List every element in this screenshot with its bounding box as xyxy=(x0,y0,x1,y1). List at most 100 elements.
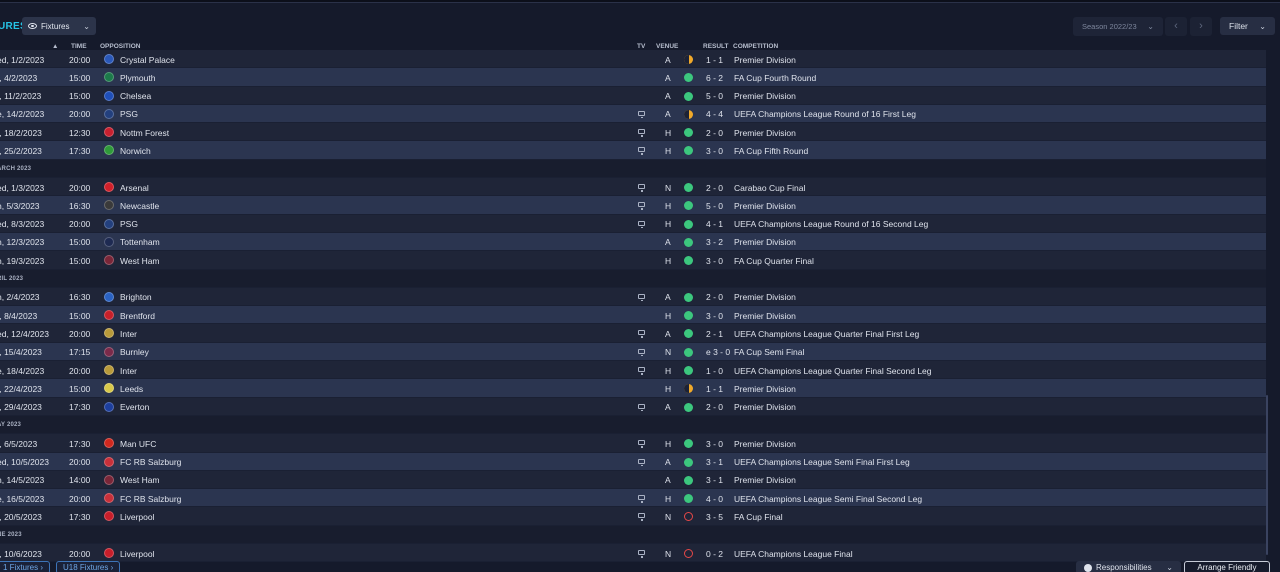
fixture-row[interactable]: t, 20/5/2023 17:30 Liverpool N 3 - 5 FA Cup F… xyxy=(0,507,1266,526)
opposition-link[interactable]: Liverpool xyxy=(120,512,155,522)
match-result[interactable]: 3 - 1 xyxy=(706,457,723,467)
opposition-link[interactable]: Man UFC xyxy=(120,439,156,449)
match-result[interactable]: 3 - 0 xyxy=(706,311,723,321)
header-time[interactable]: TIME xyxy=(71,43,87,50)
header-competition[interactable]: COMPETITION xyxy=(733,43,778,50)
sort-indicator-icon[interactable]: ▲ xyxy=(52,43,58,50)
opposition-link[interactable]: PSG xyxy=(120,109,138,119)
opposition-link[interactable]: Crystal Palace xyxy=(120,55,175,65)
opposition-link[interactable]: Liverpool xyxy=(120,549,155,559)
match-result[interactable]: 2 - 1 xyxy=(706,329,723,339)
match-result[interactable]: 2 - 0 xyxy=(706,183,723,193)
fixture-row[interactable]: t, 6/5/2023 17:30 Man UFC H 3 - 0 Premier Div… xyxy=(0,434,1266,453)
match-result[interactable]: 3 - 1 xyxy=(706,475,723,485)
match-result[interactable]: 6 - 2 xyxy=(706,73,723,83)
fixture-row[interactable]: t, 22/4/2023 15:00 Leeds H 1 - 1 Premier Divi… xyxy=(0,379,1266,398)
opposition-link[interactable]: Newcastle xyxy=(120,201,159,211)
match-result[interactable]: 3 - 0 xyxy=(706,146,723,156)
next-season-button[interactable]: › xyxy=(1190,17,1212,36)
match-result[interactable]: 2 - 0 xyxy=(706,292,723,302)
previous-season-button[interactable]: ‹ xyxy=(1165,17,1187,36)
opposition-link[interactable]: Brighton xyxy=(120,292,152,302)
match-result[interactable]: 4 - 0 xyxy=(706,494,723,504)
fixture-date: e, 16/5/2023 xyxy=(0,493,45,504)
fixture-row[interactable]: e, 14/2/2023 20:00 PSG A 4 - 4 UEFA Champions… xyxy=(0,104,1266,124)
u18-fixtures-tab-button[interactable]: U18 Fixtures › xyxy=(56,561,121,572)
opposition-link[interactable]: PSG xyxy=(120,219,138,229)
fixture-row[interactable]: e, 18/4/2023 20:00 Inter H 1 - 0 UEFA Champio… xyxy=(0,361,1266,380)
match-result[interactable]: 4 - 4 xyxy=(706,109,723,119)
match-result[interactable]: 1 - 0 xyxy=(706,366,723,376)
opposition-link[interactable]: Plymouth xyxy=(120,73,155,83)
opposition-link[interactable]: Arsenal xyxy=(120,183,149,193)
fixtures-tab-button[interactable]: 1 Fixtures › xyxy=(0,561,51,572)
month-label: ARCH 2023 xyxy=(0,165,32,172)
opposition-link[interactable]: Brentford xyxy=(120,311,155,321)
fixture-row[interactable]: t, 25/2/2023 17:30 Norwich H 3 - 0 FA Cup Fif… xyxy=(0,141,1266,160)
match-result[interactable]: 0 - 2 xyxy=(706,549,723,559)
win-indicator-icon xyxy=(684,457,693,467)
match-result[interactable]: 1 - 1 xyxy=(706,55,723,65)
fixture-row[interactable]: n, 14/5/2023 14:00 West Ham A 3 - 1 Premier D… xyxy=(0,470,1266,490)
fixture-row[interactable]: t, 11/2/2023 15:00 Chelsea A 5 - 0 Premier Di… xyxy=(0,86,1266,105)
fixture-date: n, 14/5/2023 xyxy=(0,475,45,486)
fixture-date: t, 22/4/2023 xyxy=(0,383,42,394)
fixture-row[interactable]: ed, 10/5/2023 20:00 FC RB Salzburg A 3 - 1 UE… xyxy=(0,452,1266,471)
match-result[interactable]: 5 - 0 xyxy=(706,201,723,211)
opposition-link[interactable]: Burnley xyxy=(120,347,149,357)
match-result[interactable]: 3 - 2 xyxy=(706,237,723,247)
scrollbar[interactable] xyxy=(1266,395,1268,555)
view-dropdown[interactable]: Fixtures ⌄ xyxy=(22,17,96,35)
fixture-row[interactable]: t, 15/4/2023 17:15 Burnley Ne 3 - 0 FA Cup S… xyxy=(0,342,1266,362)
responsibilities-button[interactable]: Responsibilities ⌄ xyxy=(1076,561,1181,572)
fixture-time: 17:15 xyxy=(69,347,91,358)
opposition-link[interactable]: FC RB Salzburg xyxy=(120,494,181,504)
fixture-row[interactable]: ed, 1/2/2023 20:00 Crystal Palace A 1 - 1 Pre… xyxy=(0,50,1266,69)
match-result[interactable]: 3 - 0 xyxy=(706,256,723,266)
fixture-row[interactable]: t, 29/4/2023 17:30 Everton A 2 - 0 Premier Di… xyxy=(0,397,1266,416)
match-result[interactable]: 3 - 5 xyxy=(706,512,723,522)
arrange-friendly-button[interactable]: Arrange Friendly xyxy=(1184,561,1270,572)
fixture-row[interactable]: t, 4/2/2023 15:00 Plymouth A 6 - 2 FA Cup Fou… xyxy=(0,68,1266,87)
header-venue[interactable]: VENUE xyxy=(656,43,678,50)
opposition-link[interactable]: West Ham xyxy=(120,475,160,485)
header-tv[interactable]: TV xyxy=(637,43,645,50)
filter-button[interactable]: Filter ⌄ xyxy=(1220,17,1275,35)
eye-icon xyxy=(28,23,37,29)
opposition-link[interactable]: Everton xyxy=(120,402,149,412)
opposition-link[interactable]: FC RB Salzburg xyxy=(120,457,181,467)
header-result[interactable]: RESULT xyxy=(703,43,729,50)
opposition-link[interactable]: Inter xyxy=(120,329,137,339)
competition-name: FA Cup Semi Final xyxy=(734,347,805,358)
club-crest-icon xyxy=(104,383,114,394)
fixture-row[interactable]: ed, 12/4/2023 20:00 Inter A 2 - 1 UEFA Champi… xyxy=(0,324,1266,343)
opposition-link[interactable]: Norwich xyxy=(120,146,151,156)
opposition-link[interactable]: Leeds xyxy=(120,384,143,394)
fixture-row[interactable]: ed, 1/3/2023 20:00 Arsenal N 2 - 0 Carabao Cu… xyxy=(0,178,1266,197)
opposition-link[interactable]: West Ham xyxy=(120,256,160,266)
opposition-link[interactable]: Inter xyxy=(120,366,137,376)
fixture-date: n, 19/3/2023 xyxy=(0,255,45,266)
fixture-row[interactable]: t, 18/2/2023 12:30 Nottm Forest H 2 - 0 Premi… xyxy=(0,123,1266,142)
fixture-row[interactable]: n, 5/3/2023 16:30 Newcastle H 5 - 0 Premier D… xyxy=(0,196,1266,215)
fixture-row[interactable]: n, 2/4/2023 16:30 Brighton A 2 - 0 Premier Di… xyxy=(0,287,1266,307)
fixture-row[interactable]: n, 19/3/2023 15:00 West Ham H 3 - 0 FA Cup Qu… xyxy=(0,251,1266,270)
fixture-date: t, 10/6/2023 xyxy=(0,548,42,559)
match-result[interactable]: 4 - 1 xyxy=(706,219,723,229)
fixture-row[interactable]: t, 8/4/2023 15:00 Brentford H 3 - 0 Premier D… xyxy=(0,306,1266,325)
match-result[interactable]: e 3 - 0 xyxy=(706,347,730,357)
match-result[interactable]: 1 - 1 xyxy=(706,384,723,394)
match-result[interactable]: 2 - 0 xyxy=(706,402,723,412)
season-selector[interactable]: Season 2022/23 ⌄ xyxy=(1073,17,1163,36)
header-opposition[interactable]: OPPOSITION xyxy=(100,43,140,50)
match-result[interactable]: 5 - 0 xyxy=(706,91,723,101)
opposition-link[interactable]: Tottenham xyxy=(120,237,160,247)
venue: N xyxy=(665,347,672,358)
opposition-link[interactable]: Chelsea xyxy=(120,91,151,101)
fixture-row[interactable]: n, 12/3/2023 15:00 Tottenham A 3 - 2 Premier … xyxy=(0,232,1266,252)
fixture-row[interactable]: ed, 8/3/2023 20:00 PSG H 4 - 1 UEFA Champions… xyxy=(0,214,1266,233)
match-result[interactable]: 2 - 0 xyxy=(706,128,723,138)
match-result[interactable]: 3 - 0 xyxy=(706,439,723,449)
fixture-row[interactable]: e, 16/5/2023 20:00 FC RB Salzburg H 4 - 0 UEF… xyxy=(0,489,1266,508)
opposition-link[interactable]: Nottm Forest xyxy=(120,128,169,138)
